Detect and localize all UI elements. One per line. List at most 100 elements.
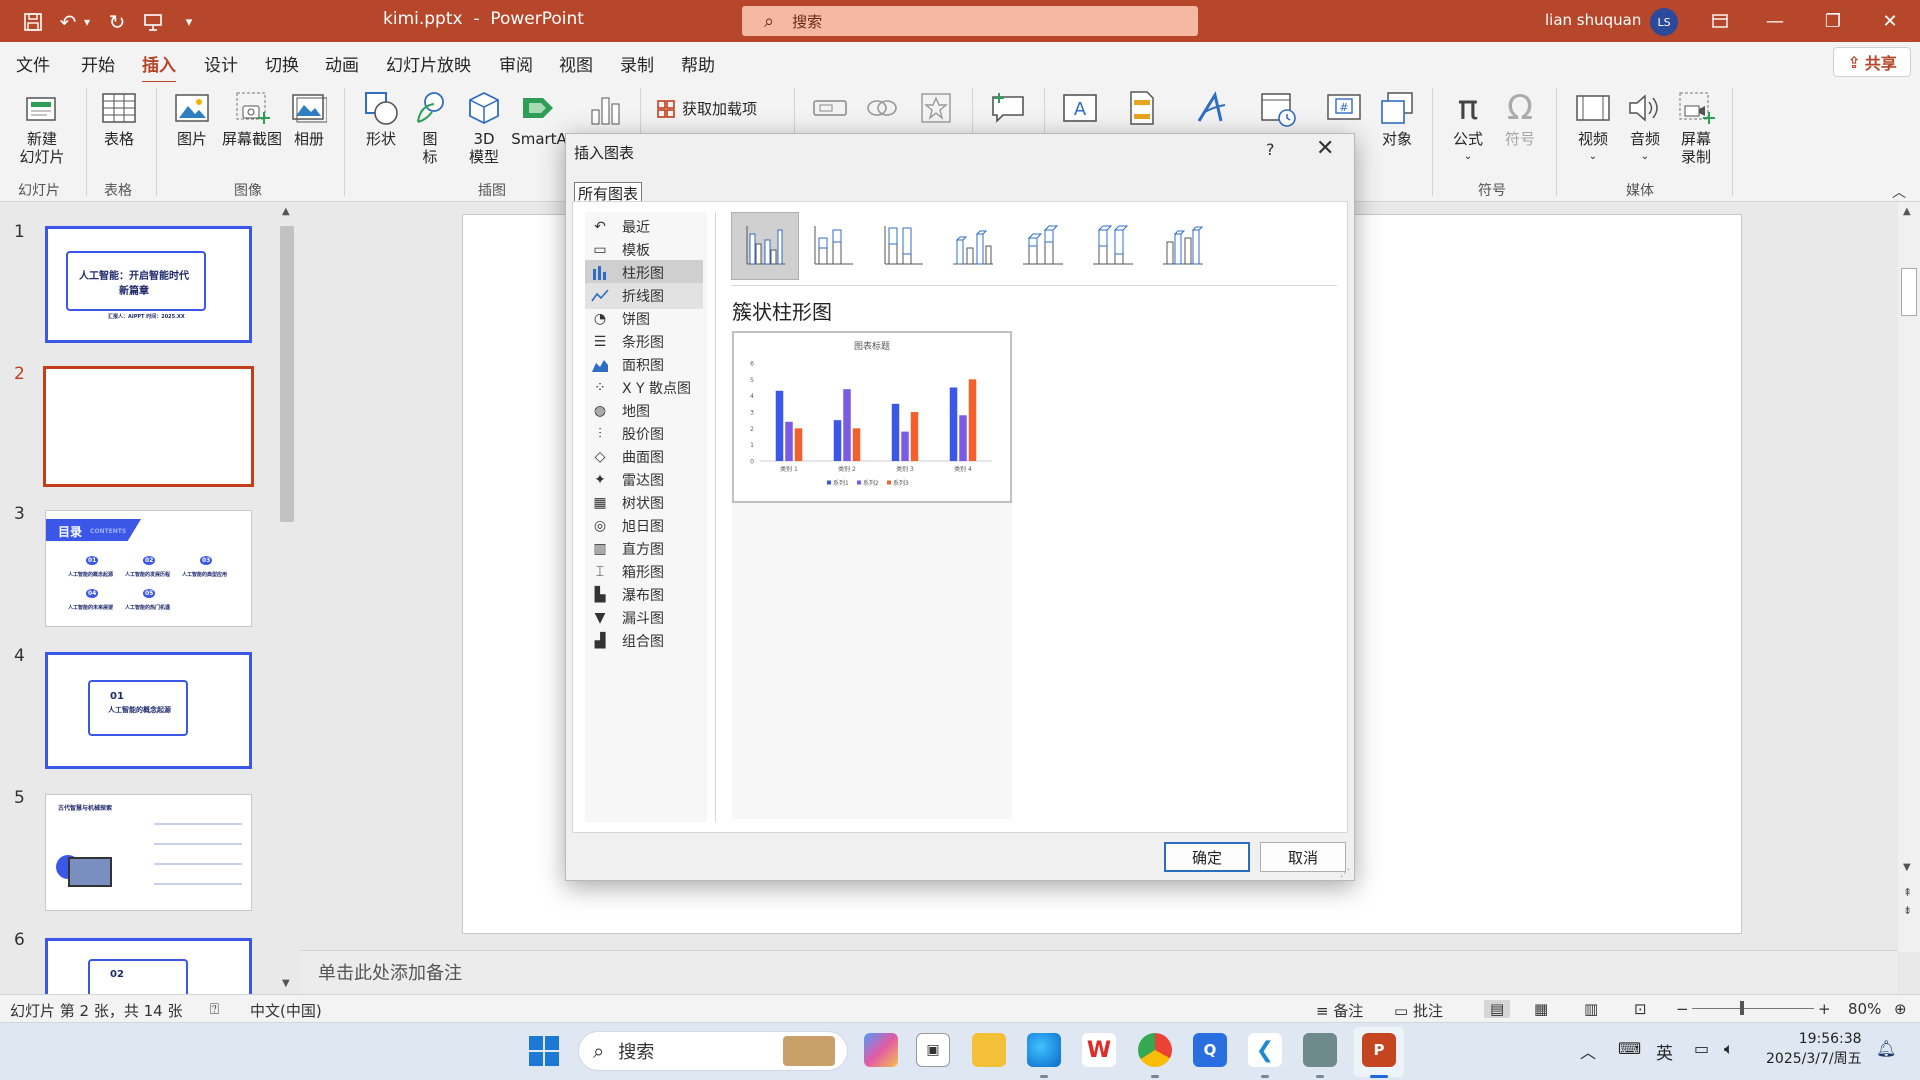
textbox-button[interactable]: A <box>1058 88 1102 130</box>
minimize-icon[interactable]: — <box>1760 8 1790 34</box>
slide-thumbnail-2[interactable] <box>43 366 254 487</box>
file-explorer-icon[interactable] <box>972 1033 1006 1067</box>
notes-pane[interactable]: 单击此处添加备注 <box>300 950 1898 994</box>
terminal-icon[interactable]: ▣ <box>916 1033 950 1067</box>
ime-indicator[interactable]: 英 <box>1656 1039 1673 1064</box>
ribbon-display-icon[interactable] <box>1705 8 1735 34</box>
slide-scrollbar[interactable]: ▲ ▼ ⇞ ⇟ <box>1898 202 1920 952</box>
date-time-button[interactable] <box>1256 88 1300 130</box>
volume-icon[interactable]: 🔈︎ <box>1724 1039 1734 1059</box>
smartart-button[interactable]: SmartA <box>512 88 566 148</box>
resize-grip-icon[interactable]: ⋰ <box>1340 868 1350 879</box>
wps-icon[interactable]: W <box>1082 1033 1116 1067</box>
next-slide-icon[interactable]: ⇟ <box>1903 904 1912 917</box>
slide-thumbnail-5[interactable]: 古代智慧与机械探索 <box>45 794 252 911</box>
tab-home[interactable]: 开始 <box>81 51 115 76</box>
link-button[interactable] <box>810 88 850 130</box>
network-icon[interactable]: ▭ <box>1694 1039 1709 1058</box>
tab-transitions[interactable]: 切换 <box>265 51 299 76</box>
symbol-button[interactable]: Ω 符号 <box>1498 88 1542 148</box>
tab-animations[interactable]: 动画 <box>325 51 359 76</box>
chart-preview[interactable]: 图表标题 0 1 2 3 4 5 6 类别 1 类别 2 类别 3 类别 4 系列1 系列2 系列3 <box>732 331 1012 503</box>
scrollbar-thumb[interactable] <box>280 226 294 522</box>
present-icon[interactable] <box>140 9 166 35</box>
subtype-clustered-column[interactable] <box>731 212 799 280</box>
app-icon[interactable]: Q <box>1193 1033 1227 1067</box>
user-name[interactable]: lian shuquan <box>1545 11 1641 29</box>
redo-icon[interactable]: ↻ <box>104 9 130 35</box>
subtype-stacked-column[interactable] <box>799 212 867 280</box>
slide-thumbnail-1[interactable]: 人工智能：开启智能时代 新篇章 汇报人：AIPPT 时间：2025.XX <box>45 226 252 343</box>
cancel-button[interactable]: 取消 <box>1260 842 1346 872</box>
normal-view-icon[interactable]: ▤ <box>1484 1000 1511 1018</box>
collapse-ribbon-icon[interactable]: ︿ <box>1892 182 1906 202</box>
language-indicator[interactable]: 中文(中国) <box>250 1000 322 1021</box>
avatar[interactable]: LS <box>1650 8 1678 36</box>
close-icon[interactable]: ✕ <box>1875 8 1905 34</box>
tab-file[interactable]: 文件 <box>16 51 50 76</box>
zoom-out-icon[interactable]: − <box>1676 1000 1689 1018</box>
subtype-3d-clustered-column[interactable] <box>939 212 1007 280</box>
picture-button[interactable]: 图片 <box>170 88 214 148</box>
action-button[interactable] <box>862 88 902 130</box>
fit-to-window-icon[interactable]: ⊕ <box>1894 1000 1907 1018</box>
tab-help[interactable]: 帮助 <box>681 51 715 76</box>
scroll-up-icon[interactable]: ▲ <box>1903 206 1911 217</box>
video-button[interactable]: 视频 ⌄ <box>1572 88 1614 166</box>
vscode-icon[interactable]: ❮ <box>1248 1033 1282 1067</box>
tab-slideshow[interactable]: 幻灯片放映 <box>386 51 471 76</box>
comment-button[interactable] <box>986 88 1030 130</box>
keyboard-icon[interactable]: ⌨ <box>1618 1039 1641 1058</box>
undo-dropdown-icon[interactable]: ▾ <box>80 9 94 35</box>
help-button[interactable]: ? <box>1266 140 1275 159</box>
wordart-button[interactable] <box>1192 88 1232 130</box>
audio-button[interactable]: 音频 ⌄ <box>1624 88 1666 166</box>
new-slide-button[interactable]: 新建 幻灯片 <box>10 88 74 166</box>
tab-insert[interactable]: 插入 <box>142 51 176 84</box>
chevron-up-icon[interactable]: ︿ <box>1580 1039 1596 1063</box>
thumbnail-scrollbar[interactable]: ▲ ▼ <box>278 206 296 992</box>
screenshot-button[interactable]: 屏幕截图 <box>218 88 286 148</box>
tab-view[interactable]: 视图 <box>559 51 593 76</box>
equation-button[interactable]: π 公式 ⌄ <box>1446 88 1490 166</box>
zoom-in-icon[interactable]: + <box>1818 1000 1831 1018</box>
reading-view-icon[interactable]: ▥ <box>1584 1000 1598 1018</box>
previous-slide-icon[interactable]: ⇞ <box>1903 886 1912 899</box>
accessibility-icon[interactable]: ⍰ <box>210 1000 219 1018</box>
subtype-100-stacked-column[interactable] <box>869 212 937 280</box>
scrollbar-thumb[interactable] <box>1901 268 1917 316</box>
table-button[interactable]: 表格 <box>96 88 142 148</box>
notification-bell-icon[interactable]: 🔔︎ <box>1876 1039 1896 1058</box>
subtype-3d-column[interactable] <box>1149 212 1217 280</box>
tab-design[interactable]: 设计 <box>204 51 238 76</box>
scroll-down-icon[interactable]: ▼ <box>282 978 290 989</box>
screen-recording-button[interactable]: 屏幕 录制 <box>1674 88 1718 166</box>
ok-button[interactable]: 确定 <box>1164 842 1250 872</box>
chart-button[interactable] <box>586 88 626 130</box>
app-icon[interactable] <box>1303 1033 1337 1067</box>
scroll-down-icon[interactable]: ▼ <box>1903 862 1911 873</box>
scroll-up-icon[interactable]: ▲ <box>282 206 290 217</box>
slide-thumbnail-3[interactable]: 目录 CONTENTS 01 02 03 人工智能的概念起源 人工智能的发展历程… <box>45 510 252 627</box>
slide-thumbnail-4[interactable]: 01 人工智能的概念起源 <box>45 652 252 769</box>
zoom-level[interactable]: 80% <box>1848 1000 1881 1018</box>
copilot-icon[interactable] <box>864 1033 898 1067</box>
subtype-3d-100-stacked-column[interactable] <box>1079 212 1147 280</box>
notes-button[interactable]: ≡ 备注 <box>1316 1000 1363 1021</box>
subtype-3d-stacked-column[interactable] <box>1009 212 1077 280</box>
slide-sorter-icon[interactable]: ▦ <box>1534 1000 1548 1018</box>
restore-icon[interactable]: ❐ <box>1818 8 1848 34</box>
system-clock[interactable]: 19:56:38 2025/3/7/周五 <box>1766 1029 1862 1069</box>
icons-button[interactable]: 图 标 <box>412 88 448 166</box>
save-icon[interactable] <box>20 9 46 35</box>
chrome-icon[interactable] <box>1138 1033 1172 1067</box>
share-button[interactable]: ⇪ 共享 <box>1833 47 1911 77</box>
zoom-slider[interactable] <box>1692 1008 1814 1009</box>
taskbar-search[interactable]: ⌕ 搜索 <box>578 1031 848 1071</box>
object-button[interactable]: 对象 <box>1372 88 1422 148</box>
tab-record[interactable]: 录制 <box>620 51 654 76</box>
comments-button[interactable]: ▭ 批注 <box>1394 1000 1443 1021</box>
undo-icon[interactable]: ↶ <box>55 9 81 35</box>
windows-start-icon[interactable] <box>528 1035 560 1071</box>
slide-number-button[interactable]: # <box>1322 88 1366 130</box>
